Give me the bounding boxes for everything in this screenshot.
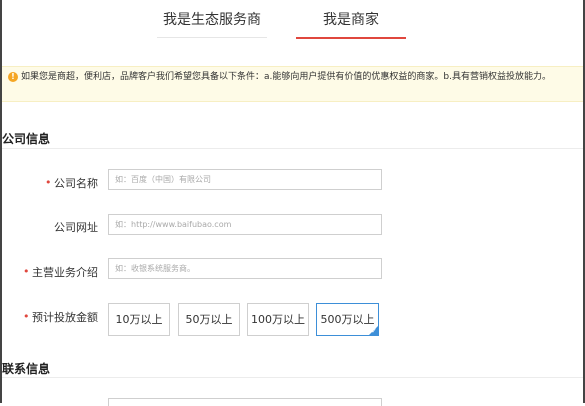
tab-ecosystem-provider[interactable]: 我是生态服务商	[157, 9, 267, 38]
role-tabs: 我是生态服务商 我是商家	[0, 0, 585, 40]
company-url-input[interactable]	[108, 214, 382, 235]
warning-icon: !	[8, 72, 18, 82]
section-divider	[2, 377, 583, 378]
section-title-contact: 联系信息	[2, 362, 51, 376]
budget-option-100w[interactable]: 100万以上	[247, 303, 309, 336]
budget-option-500w[interactable]: 500万以上 ✓	[316, 303, 379, 336]
budget-option-label: 500万以上	[320, 313, 375, 326]
main-business-label: 主营业务介绍	[32, 266, 98, 279]
notice-text: 如果您是商超，便利店，品牌客户我们希望您具备以下条件：a.能够向用户提供有价值的…	[21, 72, 551, 82]
company-name-label: 公司名称	[54, 177, 98, 190]
budget-option-50w[interactable]: 50万以上	[178, 303, 240, 336]
section-divider	[2, 148, 583, 149]
contact-input-partial[interactable]	[108, 398, 382, 406]
checkmark-icon: ✓	[371, 327, 377, 335]
main-business-input[interactable]	[108, 258, 382, 279]
tab-merchant[interactable]: 我是商家	[296, 9, 406, 39]
notice-banner: ! 如果您是商超，便利店，品牌客户我们希望您具备以下条件：a.能够向用户提供有价…	[2, 66, 583, 102]
budget-label: 预计投放金额	[32, 311, 98, 324]
section-title-company: 公司信息	[2, 132, 51, 146]
budget-option-10w[interactable]: 10万以上	[108, 303, 170, 336]
window-left-border	[0, 0, 2, 403]
company-name-input[interactable]	[108, 169, 382, 190]
company-url-label: 公司网址	[54, 221, 98, 234]
